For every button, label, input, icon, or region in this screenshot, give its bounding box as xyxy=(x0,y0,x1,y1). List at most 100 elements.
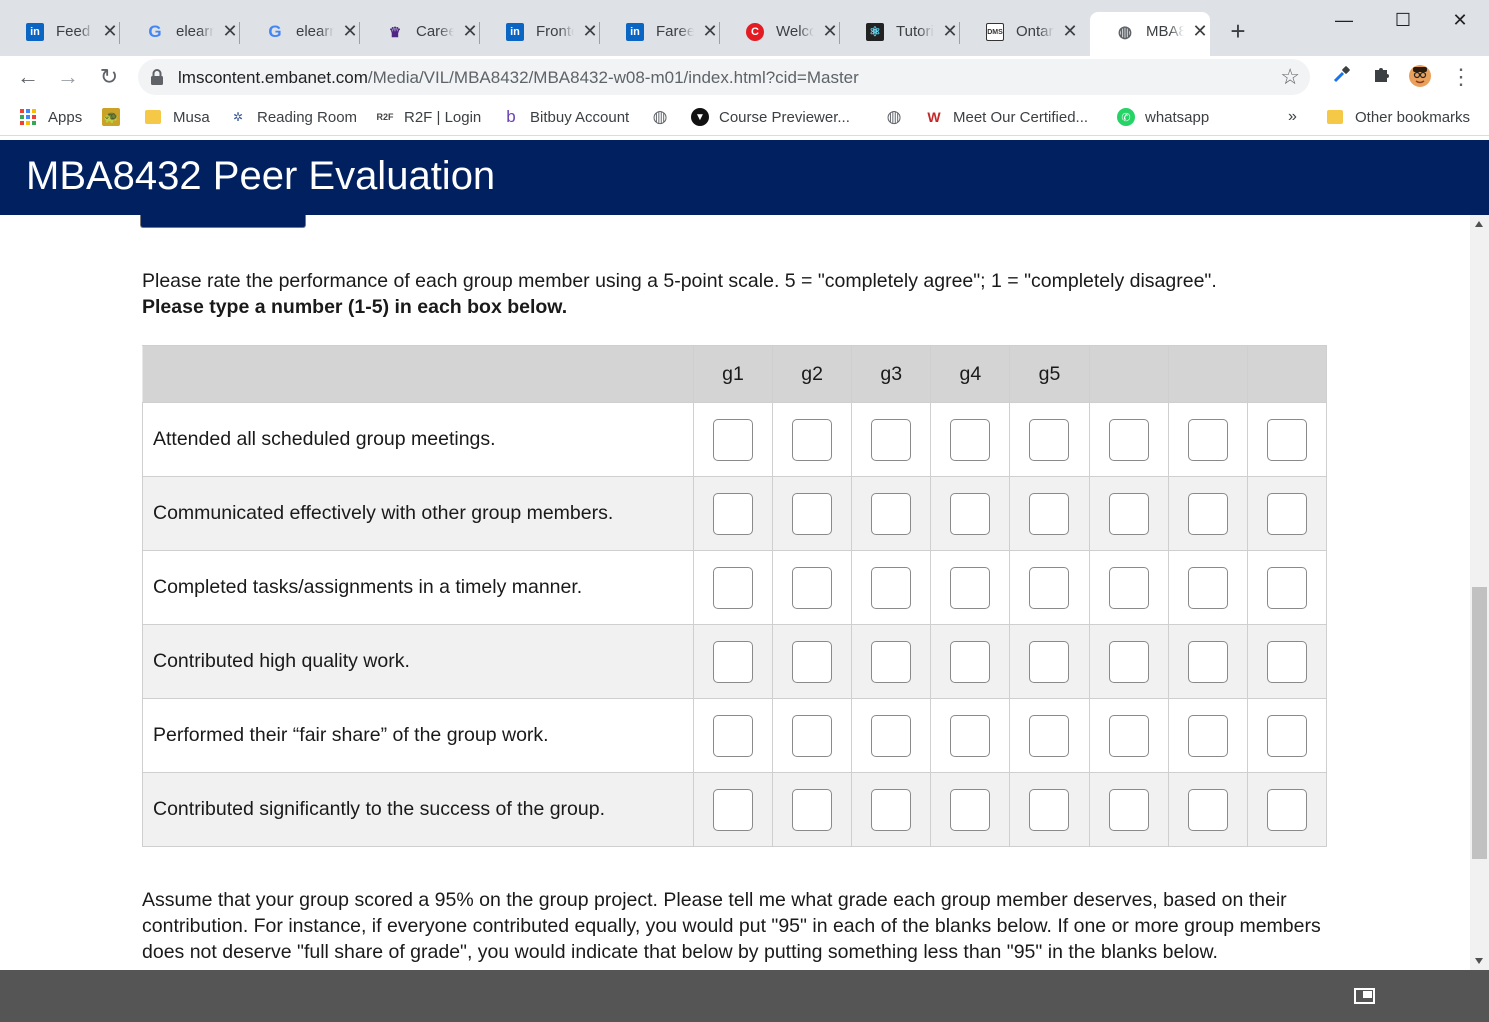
score-input[interactable] xyxy=(1108,714,1149,757)
score-input[interactable] xyxy=(1266,714,1307,757)
score-input[interactable] xyxy=(1029,492,1070,535)
menu-kebab-icon[interactable]: ⋮ xyxy=(1448,64,1474,90)
score-input[interactable] xyxy=(792,492,833,535)
bookmark-course-previewer[interactable]: ▼ Course Previewer... xyxy=(691,107,850,127)
picture-in-picture-icon[interactable] xyxy=(1354,988,1375,1004)
extensions-puzzle-icon[interactable] xyxy=(1368,64,1394,90)
new-tab-button[interactable]: + xyxy=(1226,18,1250,44)
score-input[interactable] xyxy=(1266,492,1307,535)
score-input[interactable] xyxy=(712,492,753,535)
scrollbar-thumb[interactable] xyxy=(1472,587,1487,859)
score-input[interactable] xyxy=(712,714,753,757)
score-input[interactable] xyxy=(950,492,991,535)
score-input[interactable] xyxy=(1029,788,1070,831)
tab-close-icon[interactable]: ✕ xyxy=(340,21,360,41)
address-bar[interactable]: lmscontent.embanet.com/Media/VIL/MBA8432… xyxy=(138,59,1310,95)
score-input[interactable] xyxy=(1266,418,1307,461)
tab-close-icon[interactable]: ✕ xyxy=(940,21,960,41)
score-input[interactable] xyxy=(1108,566,1149,609)
score-input[interactable] xyxy=(792,418,833,461)
browser-tab[interactable]: in Fareed ✕ xyxy=(600,12,720,56)
score-input[interactable] xyxy=(712,640,753,683)
forward-button[interactable]: → xyxy=(54,63,82,91)
score-input[interactable] xyxy=(792,640,833,683)
score-input[interactable] xyxy=(712,788,753,831)
score-input[interactable] xyxy=(1266,640,1307,683)
score-input[interactable] xyxy=(871,418,912,461)
browser-tab[interactable]: DMS Ontar ✕ xyxy=(960,12,1080,56)
bookmark-meet-certified[interactable]: W Meet Our Certified... xyxy=(925,107,1088,127)
score-input[interactable] xyxy=(950,566,991,609)
browser-tab[interactable]: ◍ MBA8 ✕ xyxy=(1090,12,1210,56)
score-input[interactable] xyxy=(1108,640,1149,683)
tab-close-icon[interactable]: ✕ xyxy=(100,21,120,41)
tab-close-icon[interactable]: ✕ xyxy=(1060,21,1080,41)
score-input[interactable] xyxy=(1029,640,1070,683)
score-input[interactable] xyxy=(1108,492,1149,535)
back-button[interactable]: ← xyxy=(14,63,42,91)
score-input[interactable] xyxy=(712,566,753,609)
close-window-button[interactable]: ✕ xyxy=(1445,6,1475,34)
bookmark-globe-1[interactable]: ◍ xyxy=(651,107,679,127)
bookmark-bitbuy[interactable]: b Bitbuy Account xyxy=(502,107,629,127)
score-input[interactable] xyxy=(1108,418,1149,461)
score-input[interactable] xyxy=(950,788,991,831)
bookmark-whatsapp[interactable]: ✆ whatsapp xyxy=(1117,107,1209,127)
bookmark-globe-2[interactable]: ◍ xyxy=(885,107,913,127)
tab-close-icon[interactable]: ✕ xyxy=(220,21,240,41)
bookmark-reading-room[interactable]: ✲ Reading Room xyxy=(229,107,357,127)
browser-tab[interactable]: in Fronte ✕ xyxy=(480,12,600,56)
bookmarks-overflow-button[interactable]: » xyxy=(1288,107,1297,127)
bookmark-apps[interactable]: Apps xyxy=(20,107,82,127)
score-input[interactable] xyxy=(950,418,991,461)
score-input[interactable] xyxy=(950,714,991,757)
reload-button[interactable]: ↻ xyxy=(95,63,123,91)
score-input[interactable] xyxy=(1187,714,1228,757)
bookmark-musa[interactable]: Musa xyxy=(145,107,210,127)
vertical-scrollbar[interactable] xyxy=(1470,215,1489,970)
score-input[interactable] xyxy=(871,566,912,609)
score-input[interactable] xyxy=(950,640,991,683)
tab-close-icon[interactable]: ✕ xyxy=(820,21,840,41)
bookmark-star-icon[interactable]: ☆ xyxy=(1280,64,1300,90)
tab-close-icon[interactable]: ✕ xyxy=(460,21,480,41)
score-input[interactable] xyxy=(1187,492,1228,535)
score-input[interactable] xyxy=(712,418,753,461)
bookmark-turtle[interactable]: 🐢 xyxy=(102,107,130,127)
score-input[interactable] xyxy=(792,566,833,609)
score-input[interactable] xyxy=(1187,640,1228,683)
score-input[interactable] xyxy=(1266,566,1307,609)
browser-tab[interactable]: Gelearn ✕ xyxy=(240,12,360,56)
other-bookmarks[interactable]: Other bookmarks xyxy=(1327,107,1470,127)
minimize-button[interactable]: — xyxy=(1329,6,1359,34)
score-input[interactable] xyxy=(792,788,833,831)
browser-tab[interactable]: C Welco ✕ xyxy=(720,12,840,56)
score-input[interactable] xyxy=(1187,788,1228,831)
score-input[interactable] xyxy=(871,714,912,757)
profile-avatar[interactable] xyxy=(1407,64,1433,90)
scroll-down-arrow-icon[interactable] xyxy=(1475,958,1483,964)
browser-tab[interactable]: ♛ Career ✕ xyxy=(360,12,480,56)
scroll-up-arrow-icon[interactable] xyxy=(1475,221,1483,227)
score-input[interactable] xyxy=(1266,788,1307,831)
bookmark-label: R2F | Login xyxy=(404,108,482,126)
browser-tab[interactable]: Gelearn ✕ xyxy=(120,12,240,56)
score-input[interactable] xyxy=(1187,418,1228,461)
bookmark-r2f[interactable]: R2F R2F | Login xyxy=(376,107,481,127)
score-input[interactable] xyxy=(1187,566,1228,609)
score-input[interactable] xyxy=(1029,566,1070,609)
tab-close-icon[interactable]: ✕ xyxy=(1190,21,1210,41)
score-input[interactable] xyxy=(1029,418,1070,461)
eyedropper-extension-icon[interactable] xyxy=(1329,64,1355,90)
maximize-button[interactable]: ☐ xyxy=(1388,6,1418,34)
score-input[interactable] xyxy=(871,788,912,831)
score-input[interactable] xyxy=(1108,788,1149,831)
score-input[interactable] xyxy=(792,714,833,757)
tab-close-icon[interactable]: ✕ xyxy=(580,21,600,41)
browser-tab[interactable]: in Feed | ✕ xyxy=(0,12,120,56)
score-input[interactable] xyxy=(871,640,912,683)
score-input[interactable] xyxy=(871,492,912,535)
tab-close-icon[interactable]: ✕ xyxy=(700,21,720,41)
browser-tab[interactable]: ⚛ Tutori ✕ xyxy=(840,12,960,56)
score-input[interactable] xyxy=(1029,714,1070,757)
